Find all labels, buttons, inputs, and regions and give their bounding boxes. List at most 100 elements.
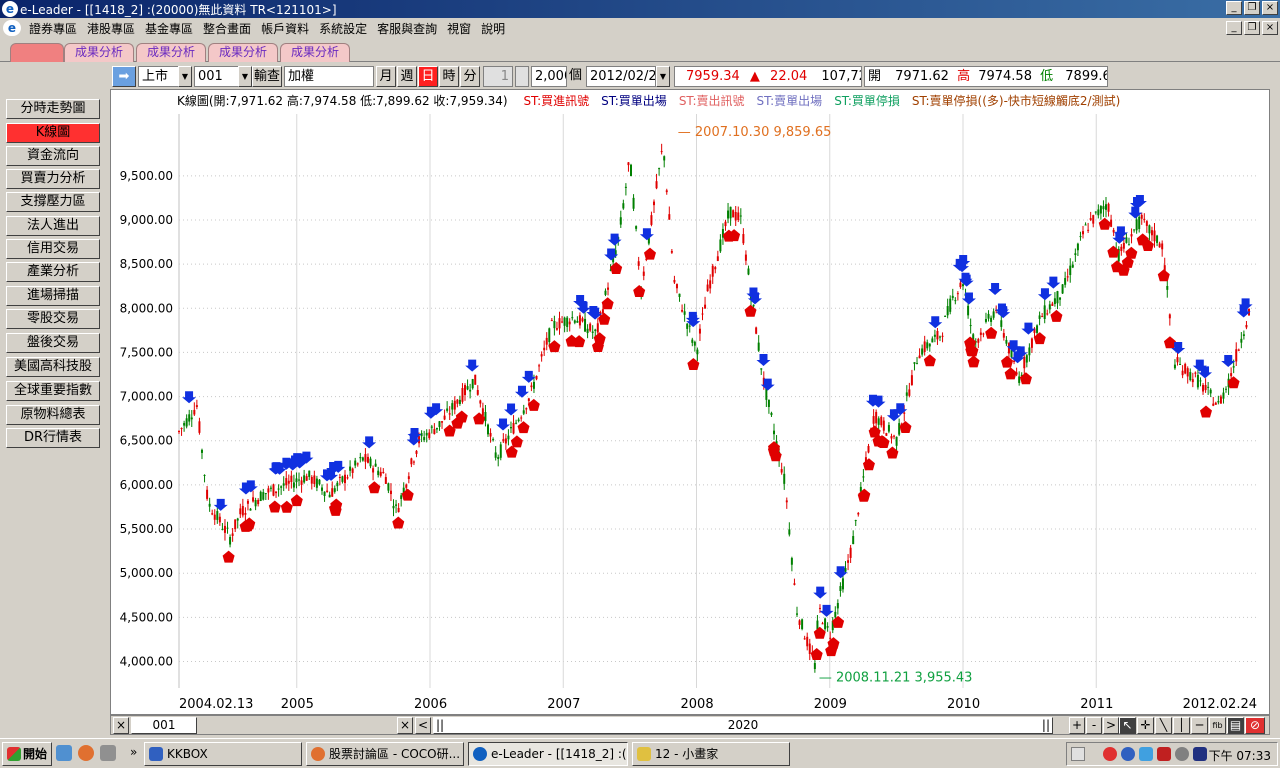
task-paint[interactable]: 12 - 小畫家 bbox=[632, 742, 790, 766]
close-icon[interactable]: × bbox=[397, 717, 413, 734]
high-label: 高 bbox=[957, 69, 971, 84]
tab-analysis[interactable]: 成果分析 bbox=[64, 43, 134, 62]
candle-body bbox=[913, 362, 916, 364]
tab-analysis[interactable]: 成果分析 bbox=[280, 43, 350, 62]
start-button[interactable]: 開始 bbox=[2, 742, 52, 766]
hline-tool-icon[interactable]: ─ bbox=[1191, 717, 1208, 734]
tab-analysis[interactable]: 成果分析 bbox=[136, 43, 206, 62]
task-browser[interactable]: 股票討論區 - COCO研... bbox=[306, 742, 464, 766]
menu-item[interactable]: 證券專區 bbox=[24, 20, 82, 37]
layout-tool-icon[interactable]: ▤ bbox=[1227, 717, 1244, 734]
go-arrow-icon[interactable]: ➡ bbox=[112, 66, 136, 87]
period-month-button[interactable]: 月 bbox=[376, 66, 396, 87]
doc-minimize-button[interactable]: _ bbox=[1226, 21, 1242, 35]
scroll-right-icon[interactable]: > bbox=[1103, 717, 1119, 734]
task-eleader[interactable]: e-Leader - [[1418_2] :(20... bbox=[468, 742, 628, 766]
period-hour-button[interactable]: 時 bbox=[439, 66, 459, 87]
close-button[interactable]: × bbox=[1262, 1, 1278, 15]
tray-app-icon[interactable] bbox=[1193, 747, 1207, 761]
scroll-thumb-left[interactable]: || bbox=[436, 718, 444, 733]
sidebar-item-buysell[interactable]: 買賣力分析 bbox=[6, 169, 100, 189]
sidebar-item-institution[interactable]: 法人進出 bbox=[6, 216, 100, 236]
vline-tool-icon[interactable]: │ bbox=[1173, 717, 1190, 734]
menu-item[interactable]: 基金專區 bbox=[140, 20, 198, 37]
chevron-down-icon[interactable]: ▼ bbox=[656, 66, 670, 87]
doc-icon[interactable]: e bbox=[3, 20, 21, 36]
sell-signal-marker bbox=[504, 403, 519, 416]
sidebar-item-oddlot[interactable]: 零股交易 bbox=[6, 309, 100, 329]
fibonacci-tool-icon[interactable]: fib bbox=[1209, 717, 1226, 734]
kline-chart[interactable]: 4,000.00 4,500.00 5,000.00 5,500.00 6,000.00… bbox=[111, 90, 1269, 714]
tray-app-icon[interactable] bbox=[1103, 747, 1117, 761]
candle-body bbox=[818, 607, 821, 609]
sidebar-item-moneyflow[interactable]: 資金流向 bbox=[6, 146, 100, 166]
shield-icon[interactable] bbox=[1157, 747, 1171, 761]
close-icon[interactable]: × bbox=[113, 717, 129, 734]
quicklaunch-app-icon[interactable] bbox=[100, 745, 116, 761]
chevron-down-icon[interactable]: ▼ bbox=[178, 66, 192, 87]
restore-button[interactable]: ❐ bbox=[1244, 1, 1260, 15]
minute-spinner[interactable] bbox=[515, 66, 529, 87]
scroll-left-icon[interactable]: < bbox=[415, 717, 431, 734]
menu-item[interactable]: 港股專區 bbox=[82, 20, 140, 37]
zoom-out-button[interactable]: - bbox=[1086, 717, 1102, 734]
sidebar-item-globalindex[interactable]: 全球重要指數 bbox=[6, 381, 100, 401]
tray-app-icon[interactable] bbox=[1175, 747, 1189, 761]
menu-item[interactable]: 整合畫面 bbox=[198, 20, 256, 37]
count-input[interactable]: 2,000 bbox=[531, 66, 567, 87]
tab-analysis[interactable]: 成果分析 bbox=[208, 43, 278, 62]
menu-item[interactable]: 客服與查詢 bbox=[372, 20, 442, 37]
x-tick-label: 2010 bbox=[947, 697, 980, 712]
chart-panel[interactable]: K線圖(開:7,971.62 高:7,974.58 低:7,899.62 收:7… bbox=[110, 89, 1270, 715]
code-input[interactable]: 001 bbox=[194, 66, 240, 87]
doc-close-button[interactable]: × bbox=[1262, 21, 1278, 35]
task-kkbox[interactable]: KKBOX bbox=[144, 742, 302, 766]
bottom-code[interactable]: 001 bbox=[131, 717, 197, 734]
tray-app-icon[interactable] bbox=[1121, 747, 1135, 761]
sidebar-item-industry[interactable]: 產業分析 bbox=[6, 262, 100, 282]
candle-body bbox=[1025, 355, 1028, 363]
sidebar-item-intraday[interactable]: 分時走勢圖 bbox=[6, 99, 100, 119]
tray-app-icon[interactable] bbox=[1139, 747, 1153, 761]
market-select[interactable]: 上市 bbox=[138, 66, 180, 87]
lookup-button[interactable]: 輸查 bbox=[252, 66, 282, 87]
candle-body bbox=[635, 226, 638, 229]
quicklaunch-more-icon[interactable]: » bbox=[130, 745, 137, 759]
tab-active[interactable] bbox=[10, 43, 64, 62]
crosshair-tool-icon[interactable]: ✛ bbox=[1137, 717, 1154, 734]
menu-item[interactable]: 視窗 bbox=[442, 20, 476, 37]
sidebar-item-scan[interactable]: 進場掃描 bbox=[6, 286, 100, 306]
period-day-button[interactable]: 日 bbox=[418, 66, 438, 87]
chevron-down-icon[interactable]: ▼ bbox=[238, 66, 252, 87]
minute-input[interactable]: 1 bbox=[483, 66, 513, 87]
sidebar-item-dr[interactable]: DR行情表 bbox=[6, 428, 100, 448]
scrollbar-track[interactable]: || 2020 || bbox=[433, 717, 1053, 734]
sidebar-item-support[interactable]: 支撐壓力區 bbox=[6, 192, 100, 212]
period-minute-button[interactable]: 分 bbox=[460, 66, 480, 87]
minimize-button[interactable]: _ bbox=[1226, 1, 1242, 15]
sidebar-item-kline[interactable]: K線圖 bbox=[6, 123, 100, 143]
scroll-thumb-right[interactable]: || bbox=[1042, 718, 1050, 733]
candle-body bbox=[839, 586, 842, 591]
candle-body bbox=[229, 537, 232, 545]
candle-body bbox=[349, 466, 352, 471]
quicklaunch-ie-icon[interactable] bbox=[56, 745, 72, 761]
sidebar-item-ustech[interactable]: 美國高科技股 bbox=[6, 357, 100, 377]
zoom-in-button[interactable]: + bbox=[1069, 717, 1085, 734]
menu-item[interactable]: 帳戶資料 bbox=[256, 20, 314, 37]
line-tool-icon[interactable]: ╲ bbox=[1155, 717, 1172, 734]
period-week-button[interactable]: 週 bbox=[397, 66, 417, 87]
date-input[interactable]: 2012/02/28 bbox=[586, 66, 656, 87]
doc-restore-button[interactable]: ❐ bbox=[1244, 21, 1260, 35]
quicklaunch-firefox-icon[interactable] bbox=[78, 745, 94, 761]
sidebar-item-materials[interactable]: 原物料總表 bbox=[6, 405, 100, 425]
menu-item[interactable]: 系統設定 bbox=[314, 20, 372, 37]
sidebar-item-afterhours[interactable]: 盤後交易 bbox=[6, 333, 100, 353]
candle-body bbox=[844, 568, 847, 572]
keyboard-icon[interactable] bbox=[1071, 747, 1085, 761]
pointer-tool-icon[interactable]: ↖ bbox=[1119, 717, 1136, 734]
delete-tool-icon[interactable]: ⊘ bbox=[1245, 717, 1265, 734]
sidebar-item-credit[interactable]: 信用交易 bbox=[6, 239, 100, 259]
candle-body bbox=[854, 520, 857, 522]
menu-item[interactable]: 說明 bbox=[476, 20, 510, 37]
